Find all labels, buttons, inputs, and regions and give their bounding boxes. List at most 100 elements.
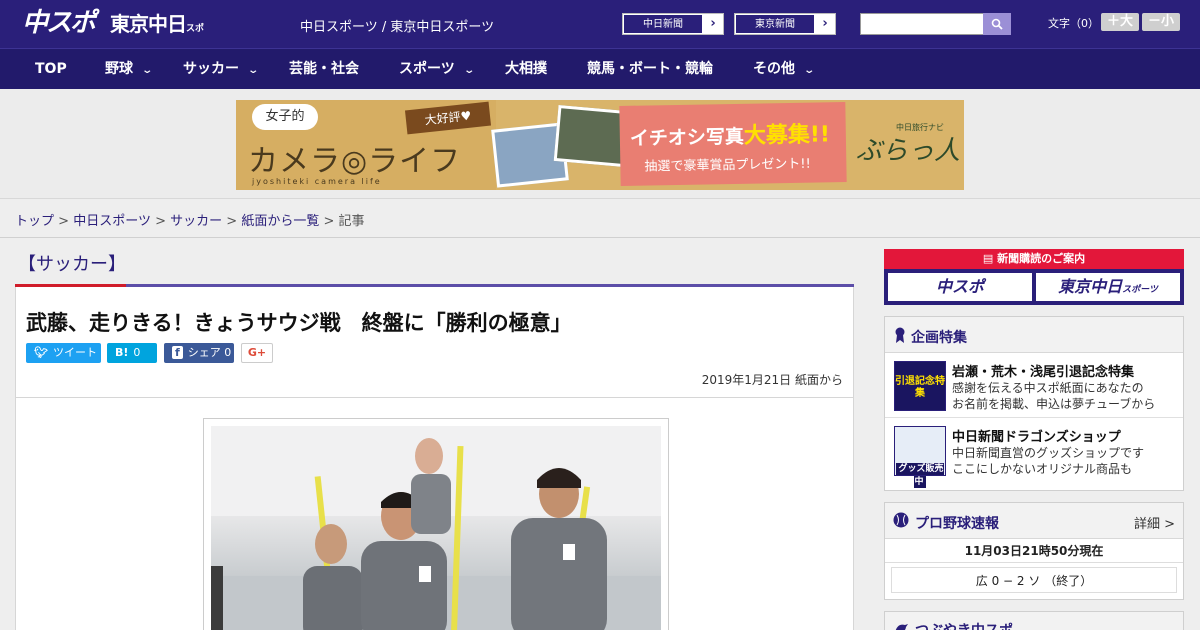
banner-photo-image xyxy=(553,105,629,167)
nav-item-sports[interactable]: スポーツ ⌄ xyxy=(399,49,475,90)
breadcrumb-current: 記事 xyxy=(338,214,365,229)
tokyo-logo-text: 東京中日 xyxy=(110,12,187,36)
tsubuyaki-panel: つぶやき中スポ xyxy=(884,611,1184,630)
nav-item-soccer[interactable]: サッカー ⌄ xyxy=(183,49,259,90)
nav-label: 競馬・ボート・競輪 xyxy=(587,61,713,77)
nav-label: 大相撲 xyxy=(505,61,547,77)
facebook-icon: f xyxy=(172,346,183,359)
facebook-label: シェア xyxy=(187,346,221,359)
ad-banner[interactable]: 女子的 カメラ◎ライフ jyoshiteki camera life 大好評♥ … xyxy=(236,100,964,190)
subscribe-tokyo-label: 東京中日 xyxy=(1058,277,1123,296)
baseball-header: プロ野球速報 詳細 > xyxy=(885,503,1183,539)
breadcrumb-top[interactable]: トップ xyxy=(15,214,54,229)
article-title: 武藤、走りきる！きょうサウジ戦 終盤に「勝利の極意」 xyxy=(26,311,572,335)
features-panel: 企画特集 引退記念特集 岩瀬・荒木・浅尾引退記念特集 感謝を伝える中スポ紙面にあ… xyxy=(884,316,1184,491)
subscription-box: ▤ 新聞購読のご案内 中スポ 東京中日スポーツ xyxy=(884,249,1184,305)
paper-button-label: 東京新聞 xyxy=(735,14,815,34)
tsubuyaki-header: つぶやき中スポ xyxy=(885,612,1183,630)
promo-line1-b: 大募集!! xyxy=(743,122,831,149)
article-body xyxy=(15,398,854,630)
main-nav: TOP 野球 ⌄ サッカー ⌄ 芸能・社会 スポーツ ⌄ 大相撲 競馬・ボート・競輪 … xyxy=(0,48,1200,89)
breadcrumb-list[interactable]: 紙面から一覧 xyxy=(241,214,319,229)
feature-desc-line: お名前を掲載、申込は夢チューブから xyxy=(952,397,1156,411)
article-photo[interactable] xyxy=(211,426,661,630)
subscribe-chuspo-button[interactable]: 中スポ xyxy=(888,273,1032,301)
subscription-header: ▤ 新聞購読のご案内 xyxy=(884,249,1184,269)
breadcrumb-sep: > xyxy=(323,214,335,229)
baseball-title: プロ野球速報 xyxy=(915,516,999,532)
bird-icon xyxy=(895,624,908,630)
banner-promo-panel: イチオシ写真大募集!! 抽選で豪華賞品プレゼント!! xyxy=(619,102,847,186)
article-photo-frame xyxy=(203,418,669,630)
feature-thumbnail: グッズ販売中 xyxy=(894,426,946,488)
nav-item-racing[interactable]: 競馬・ボート・競輪 xyxy=(587,49,713,90)
feature-thumb-text: グッズ販売中 xyxy=(896,463,944,488)
hatena-bookmark-button[interactable]: B! 0 xyxy=(107,343,157,363)
feature-title: 中日新聞ドラゴンズショップ xyxy=(952,430,1121,445)
banner-title: カメラ◎ライフ xyxy=(248,144,462,179)
nav-item-other[interactable]: その他 ⌄ xyxy=(753,49,816,90)
google-plus-icon: G+ xyxy=(247,346,267,359)
feature-item[interactable]: グッズ販売中 中日新聞ドラゴンズショップ 中日新聞直営のグッズショップです ここに… xyxy=(885,418,1183,488)
facebook-share-button[interactable]: f シェア 0 xyxy=(164,343,234,363)
newspaper-icon: ▤ xyxy=(982,252,998,265)
google-plus-button[interactable]: G+ xyxy=(241,343,273,363)
feature-desc-line: 中日新聞直営のグッズショップです xyxy=(952,446,1145,460)
nav-label: その他 xyxy=(753,61,795,77)
subscribe-tokyo-button[interactable]: 東京中日スポーツ xyxy=(1036,273,1180,301)
baseball-score-panel: プロ野球速報 詳細 > 11月03日21時50分現在 広 0 − 2 ソ （終了… xyxy=(884,502,1184,600)
chevron-right-icon: › xyxy=(822,16,828,31)
banner-cloud-text: 女子的 xyxy=(252,104,318,130)
divider xyxy=(0,237,1200,238)
site-header: 中スポ 東京中日スポーツ 中日スポーツ / 東京中日スポーツ 中日新聞 › 東京… xyxy=(0,0,1200,67)
paper-button-label: 中日新聞 xyxy=(623,14,703,34)
tokyo-shimbun-button[interactable]: 東京新聞 › xyxy=(734,13,836,35)
banner-promo-line1: イチオシ写真大募集!! xyxy=(630,116,831,151)
feature-description: 感謝を伝える中スポ紙面にあなたの お名前を掲載、申込は夢チューブから xyxy=(952,380,1155,412)
search-button[interactable] xyxy=(983,13,1011,35)
banner-brand: ぶらっ人 xyxy=(856,136,961,166)
tsubuyaki-title: つぶやき中スポ xyxy=(915,620,1013,630)
chevron-right-icon: › xyxy=(710,16,716,31)
font-larger-button[interactable]: ＋大 xyxy=(1101,13,1139,31)
features-title: 企画特集 xyxy=(911,330,967,346)
chuspo-logo[interactable]: 中スポ xyxy=(22,8,102,38)
breadcrumb: トップ > 中日スポーツ > サッカー > 紙面から一覧 > 記事 xyxy=(15,210,365,229)
search-input[interactable] xyxy=(860,13,984,35)
breadcrumb-soccer[interactable]: サッカー xyxy=(170,214,222,229)
facebook-count: 0 xyxy=(224,346,232,359)
banner-subtitle: jyoshiteki camera life xyxy=(252,177,382,186)
feature-item[interactable]: 引退記念特集 岩瀬・荒木・浅尾引退記念特集 感謝を伝える中スポ紙面にあなたの お名… xyxy=(885,353,1183,418)
feature-description: 中日新聞直営のグッズショップです ここにしかないオリジナル商品も xyxy=(952,445,1144,477)
chevron-down-icon: ⌄ xyxy=(463,65,475,76)
breadcrumb-sep: > xyxy=(226,214,238,229)
breadcrumb-sep: > xyxy=(58,214,70,229)
chunichi-shimbun-button[interactable]: 中日新聞 › xyxy=(622,13,724,35)
baseball-icon xyxy=(893,512,909,528)
score-row[interactable]: 広 0 − 2 ソ （終了） xyxy=(891,567,1177,593)
baseball-detail-link[interactable]: 詳細 > xyxy=(1134,513,1175,532)
nav-label: 芸能・社会 xyxy=(289,61,359,77)
breadcrumb-chunichi-sports[interactable]: 中日スポーツ xyxy=(73,214,151,229)
banner-photos xyxy=(491,105,629,188)
chevron-down-icon: ⌄ xyxy=(141,65,154,76)
nav-item-baseball[interactable]: 野球 ⌄ xyxy=(105,49,154,90)
chevron-down-icon: ⌄ xyxy=(803,65,816,76)
banner-promo-line2: 抽選で豪華賞品プレゼント!! xyxy=(644,156,811,175)
tokyo-chunichi-logo[interactable]: 東京中日スポーツ xyxy=(110,10,210,67)
nav-item-top[interactable]: TOP xyxy=(35,49,67,90)
site-links[interactable]: 中日スポーツ / 東京中日スポーツ xyxy=(300,16,494,35)
nav-item-entertainment[interactable]: 芸能・社会 xyxy=(289,49,359,90)
promo-line1-a: イチオシ写真 xyxy=(629,125,745,150)
tweet-button[interactable]: 🐦︎ ツイート xyxy=(26,343,101,363)
twitter-icon: 🐦︎ xyxy=(34,346,48,359)
nav-label: サッカー xyxy=(183,61,239,77)
breadcrumb-sep: > xyxy=(155,214,166,229)
font-smaller-button[interactable]: －小 xyxy=(1142,13,1180,31)
feature-desc-line: ここにしかないオリジナル商品も xyxy=(952,462,1133,476)
feature-thumbnail: 引退記念特集 xyxy=(894,361,946,411)
tweet-label: ツイート xyxy=(52,346,97,359)
nav-item-sumo[interactable]: 大相撲 xyxy=(505,49,547,90)
font-size-label: 文字（0） xyxy=(1048,17,1099,30)
nav-label: スポーツ xyxy=(399,61,455,77)
